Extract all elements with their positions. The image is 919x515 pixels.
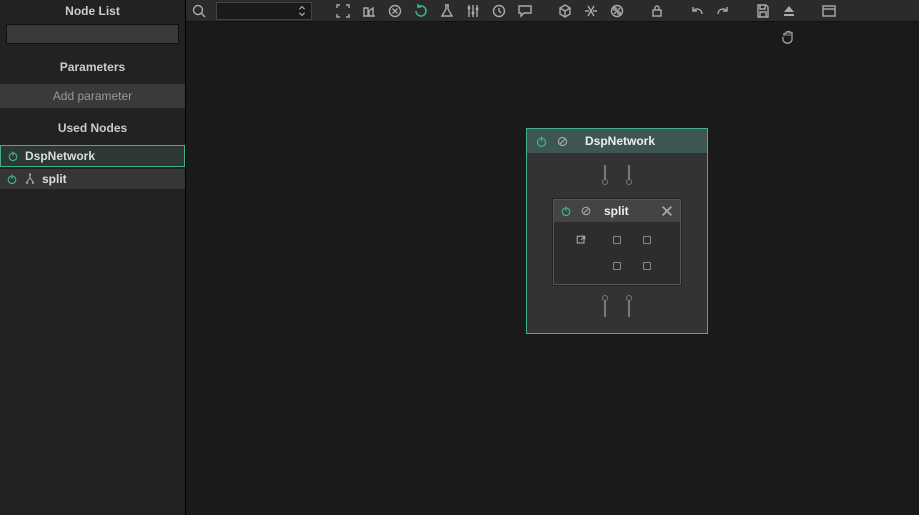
power-icon (6, 173, 18, 185)
power-icon[interactable] (560, 205, 572, 217)
sidebar-node-label: DspNetwork (25, 149, 95, 163)
split-port[interactable] (613, 236, 621, 244)
node-split-header[interactable]: split (554, 200, 680, 222)
input-pin[interactable] (625, 165, 633, 187)
cube-icon[interactable] (552, 0, 578, 22)
power-icon[interactable] (535, 135, 548, 148)
output-pin[interactable] (601, 295, 609, 317)
clock-icon[interactable] (486, 0, 512, 22)
node-list-title: Node List (0, 0, 185, 24)
sidebar-node-label: split (42, 172, 67, 186)
add-parameter-button[interactable]: Add parameter (0, 84, 185, 108)
used-nodes-section-title: Used Nodes (0, 111, 185, 145)
split-port[interactable] (643, 236, 651, 244)
eject-icon[interactable] (776, 0, 802, 22)
sliders-icon[interactable] (460, 0, 486, 22)
clear-icon[interactable] (382, 0, 408, 22)
fit-icon[interactable] (330, 0, 356, 22)
edit-icon[interactable] (575, 234, 599, 246)
node-split-body (554, 222, 680, 284)
comment-icon[interactable] (512, 0, 538, 22)
node-list-search-input[interactable] (6, 24, 179, 44)
sidebar-node-split[interactable]: split (0, 169, 185, 189)
search-icon[interactable] (186, 0, 212, 22)
node-dspnetwork[interactable]: DspNetwork (526, 128, 708, 334)
bypass-icon[interactable] (556, 135, 569, 148)
main-area: DspNetwork (185, 0, 919, 515)
flask-icon[interactable] (434, 0, 460, 22)
save-icon[interactable] (750, 0, 776, 22)
node-split-title: split (604, 204, 652, 218)
align-icon[interactable] (356, 0, 382, 22)
output-pin[interactable] (625, 295, 633, 317)
split-port[interactable] (643, 262, 651, 270)
input-pin[interactable] (601, 165, 609, 187)
node-canvas[interactable]: DspNetwork (186, 22, 919, 515)
split-port[interactable] (613, 262, 621, 270)
toolbar (186, 0, 919, 22)
bypass-icon[interactable] (580, 205, 592, 217)
panel-icon[interactable] (816, 0, 842, 22)
percent-icon[interactable] (604, 0, 630, 22)
toolbar-select-dropdown[interactable] (216, 2, 312, 20)
sidebar: Node List Parameters Add parameter Used … (0, 0, 185, 515)
refresh-icon[interactable] (408, 0, 434, 22)
redo-icon[interactable] (710, 0, 736, 22)
node-dspnetwork-title: DspNetwork (585, 134, 655, 148)
split-route-icon (24, 173, 36, 185)
sidebar-node-dspnetwork[interactable]: DspNetwork (0, 145, 185, 167)
node-dspnetwork-body: split (527, 153, 707, 333)
grab-cursor-icon (780, 28, 798, 46)
undo-icon[interactable] (684, 0, 710, 22)
power-icon (7, 150, 19, 162)
node-split[interactable]: split (553, 199, 681, 285)
lock-icon[interactable] (644, 0, 670, 22)
updown-icon (297, 4, 307, 18)
parameters-section-title: Parameters (0, 50, 185, 84)
node-dspnetwork-header[interactable]: DspNetwork (527, 129, 707, 153)
recycle-icon[interactable] (578, 0, 604, 22)
close-icon[interactable] (660, 204, 674, 218)
